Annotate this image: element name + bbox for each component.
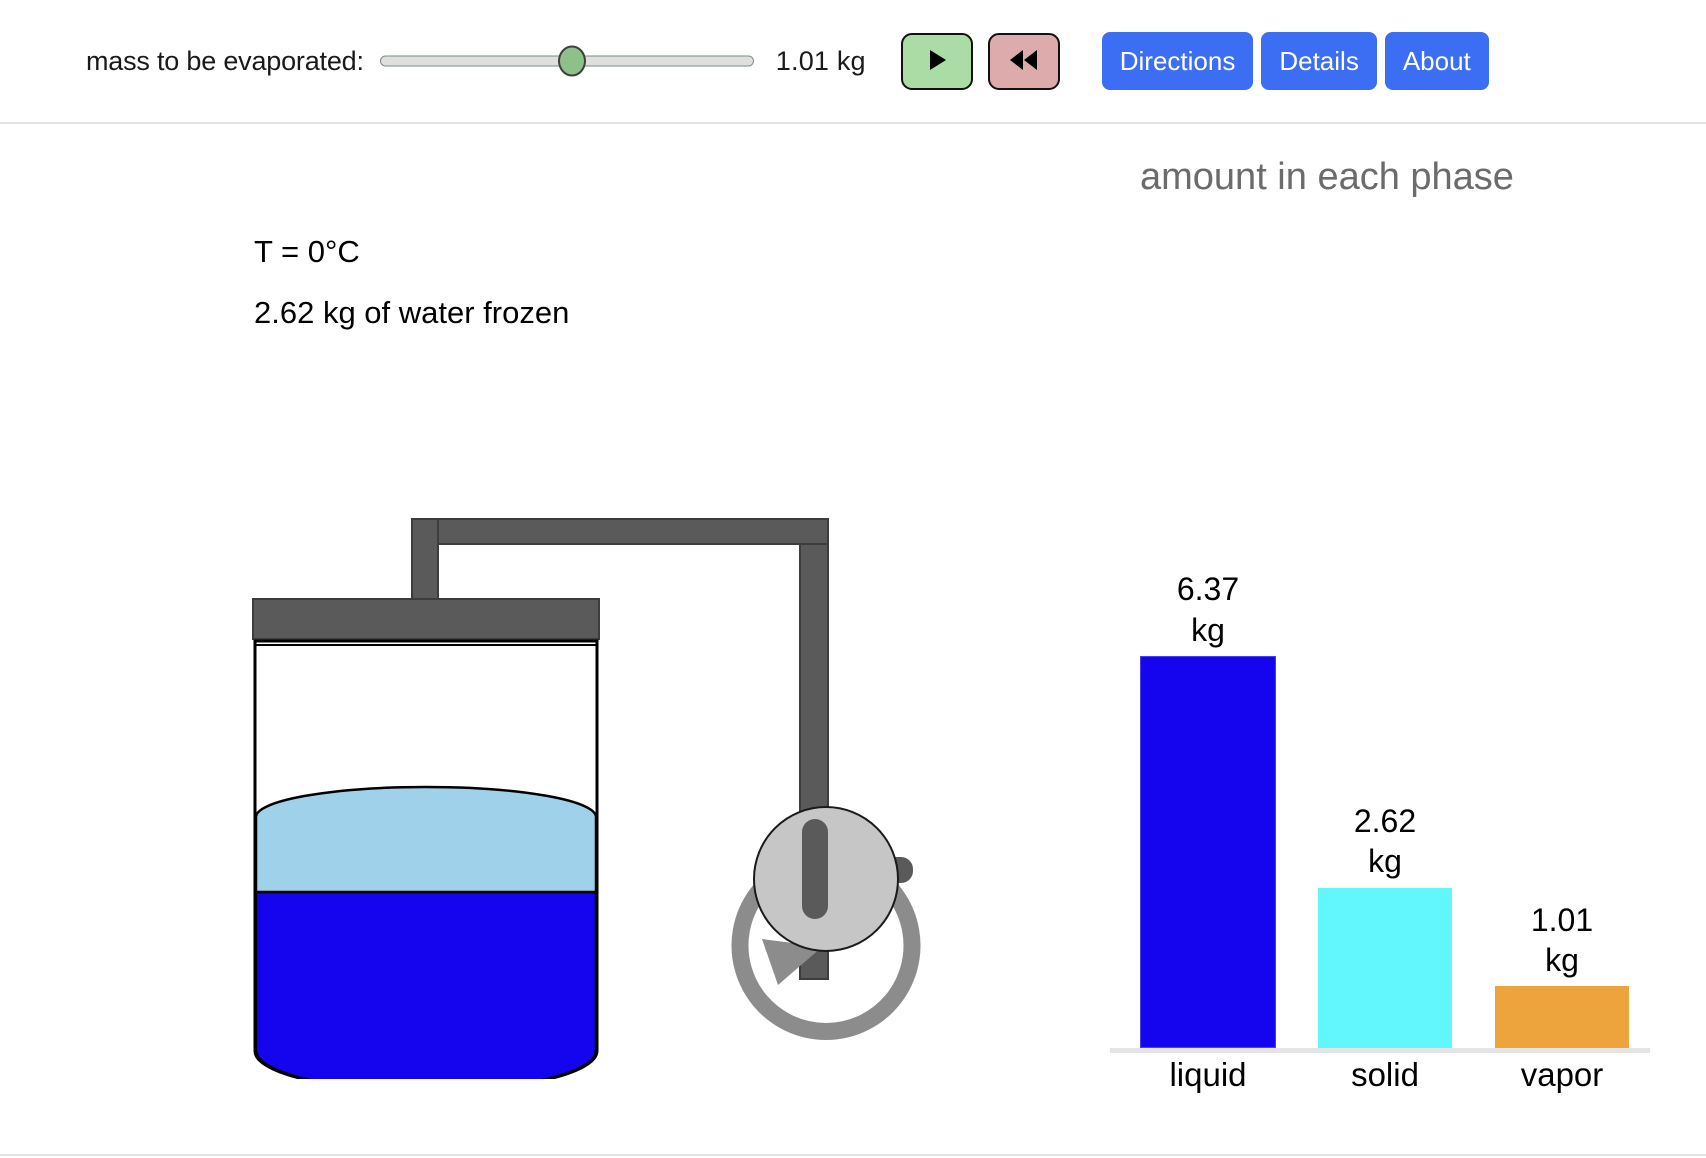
- axis-label-liquid: liquid: [1169, 1056, 1247, 1093]
- play-icon: [926, 48, 948, 75]
- axis-label-solid: solid: [1351, 1056, 1419, 1093]
- details-button[interactable]: Details: [1261, 32, 1377, 90]
- chart-plot-area: 6.37 kg 2.62 kg 1.01 kg: [1110, 454, 1650, 1053]
- liquid-volume: [254, 890, 598, 1093]
- directions-button[interactable]: Directions: [1101, 32, 1254, 90]
- apparatus-diagram: [230, 379, 950, 1093]
- control-toolbar: mass to be evaporated: 1.01 kg Direction…: [0, 0, 1706, 124]
- phase-amount-bar-chart: 6.37 kg 2.62 kg 1.01 kg liquid solid vap…: [1110, 454, 1650, 1154]
- bottom-divider: [0, 1154, 1706, 1156]
- pump-shaft: [802, 819, 828, 919]
- mass-slider-value: 1.01 kg: [775, 45, 866, 76]
- container-lid: [252, 598, 600, 640]
- play-button[interactable]: [900, 32, 973, 90]
- chart-axis-labels: liquid solid vapor: [1110, 1056, 1650, 1116]
- pipe-horizontal: [411, 518, 829, 545]
- about-button[interactable]: About: [1384, 32, 1489, 90]
- bar-solid: [1318, 887, 1452, 1048]
- solid-volume: [254, 785, 598, 894]
- bar-liquid: [1140, 656, 1276, 1048]
- mass-slider[interactable]: [379, 44, 754, 78]
- bar-value-solid: 2.62 kg: [1353, 802, 1417, 880]
- bar-vapor: [1495, 986, 1629, 1048]
- simulation-stage: T = 0°C 2.62 kg of water frozen amount i…: [0, 124, 1706, 1154]
- mass-slider-thumb[interactable]: [557, 45, 586, 77]
- mass-slider-label: mass to be evaporated:: [86, 45, 364, 76]
- chart-title: amount in each phase: [1140, 156, 1514, 198]
- rewind-icon: [1008, 48, 1040, 75]
- axis-label-vapor: vapor: [1520, 1056, 1604, 1093]
- bar-column-solid: 2.62 kg: [1315, 454, 1455, 1048]
- frozen-mass-readout: 2.62 kg of water frozen: [254, 295, 570, 330]
- reset-button[interactable]: [987, 32, 1060, 90]
- bar-value-vapor: 1.01 kg: [1530, 901, 1594, 978]
- bar-column-vapor: 1.01 kg: [1492, 454, 1632, 1048]
- temperature-readout: T = 0°C: [254, 234, 360, 269]
- bar-column-liquid: 6.37 kg: [1138, 454, 1278, 1048]
- bar-value-liquid: 6.37 kg: [1176, 571, 1240, 648]
